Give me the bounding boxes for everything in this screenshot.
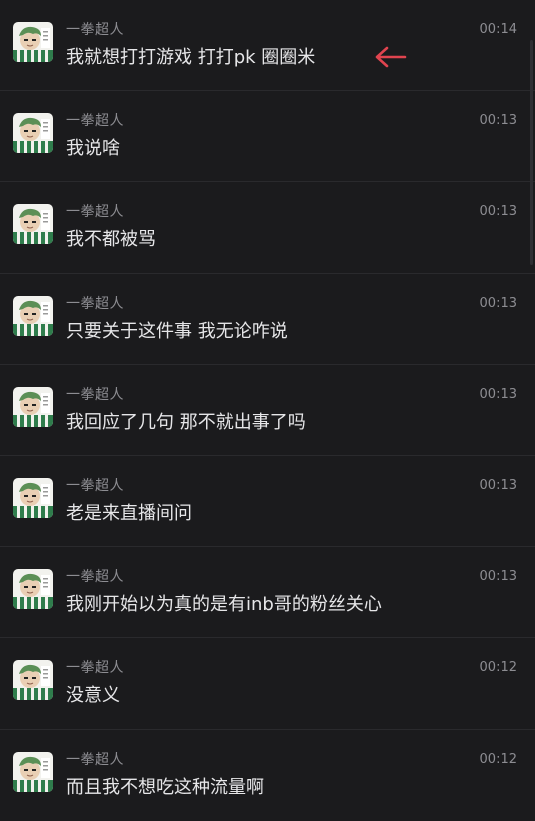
sender-name: 一拳超人: [66, 569, 124, 586]
message-text: 没意义: [66, 685, 120, 707]
message-text: 我不都被骂: [66, 229, 156, 251]
message-time: 00:12: [479, 660, 517, 676]
avatar[interactable]: [13, 22, 53, 62]
message-text: 我说啥: [66, 138, 120, 160]
sender-name: 一拳超人: [66, 386, 124, 403]
message-item[interactable]: 一拳超人 00:12 而且我不想吃这种流量啊: [0, 730, 535, 821]
message-list: 一拳超人 00:14 我就想打打游戏 打打pk 圈圈米 一拳超人 00:13 我…: [0, 0, 535, 821]
message-time: 00:13: [479, 295, 517, 311]
message-text: 我回应了几句 那不就出事了吗: [66, 411, 306, 433]
avatar[interactable]: [13, 295, 53, 336]
message-text: 我就想打打游戏 打打pk 圈圈米: [66, 47, 316, 68]
sender-name: 一拳超人: [66, 660, 124, 677]
message-time: 00:13: [479, 204, 517, 220]
message-text: 老是来直播间问: [66, 502, 192, 524]
avatar[interactable]: [13, 477, 53, 518]
message-item[interactable]: 一拳超人 00:12 没意义: [0, 638, 535, 730]
avatar[interactable]: [13, 569, 53, 610]
sender-name: 一拳超人: [66, 22, 124, 38]
avatar[interactable]: [13, 386, 53, 427]
message-item[interactable]: 一拳超人 00:13 只要关于这件事 我无论咋说: [0, 274, 535, 365]
message-time: 00:13: [479, 113, 517, 129]
message-time: 00:13: [479, 569, 517, 585]
message-item[interactable]: 一拳超人 00:14 我就想打打游戏 打打pk 圈圈米: [0, 0, 535, 92]
message-text: 我刚开始以为真的是有inb哥的粉丝关心: [66, 594, 382, 616]
message-item[interactable]: 一拳超人 00:13 我不都被骂: [0, 182, 535, 274]
message-time: 00:14: [479, 22, 517, 37]
sender-name: 一拳超人: [66, 477, 124, 494]
sender-name: 一拳超人: [66, 113, 124, 130]
message-item[interactable]: 一拳超人 00:13 我刚开始以为真的是有inb哥的粉丝关心: [0, 547, 535, 639]
avatar[interactable]: [13, 204, 53, 245]
avatar[interactable]: [13, 113, 53, 154]
message-time: 00:12: [479, 751, 517, 767]
sender-name: 一拳超人: [66, 204, 124, 221]
arrow-left-icon: [375, 46, 407, 68]
sender-name: 一拳超人: [66, 295, 124, 312]
sender-name: 一拳超人: [66, 751, 124, 768]
message-text: 只要关于这件事 我无论咋说: [66, 320, 288, 342]
message-text: 而且我不想吃这种流量啊: [66, 776, 264, 798]
avatar[interactable]: [13, 751, 53, 792]
message-time: 00:13: [479, 386, 517, 402]
message-item[interactable]: 一拳超人 00:13 我说啥: [0, 91, 535, 183]
message-item[interactable]: 一拳超人 00:13 我回应了几句 那不就出事了吗: [0, 365, 535, 456]
message-item[interactable]: 一拳超人 00:13 老是来直播间问: [0, 456, 535, 548]
message-time: 00:13: [479, 477, 517, 493]
scrollbar[interactable]: [530, 40, 533, 265]
avatar[interactable]: [13, 660, 53, 701]
